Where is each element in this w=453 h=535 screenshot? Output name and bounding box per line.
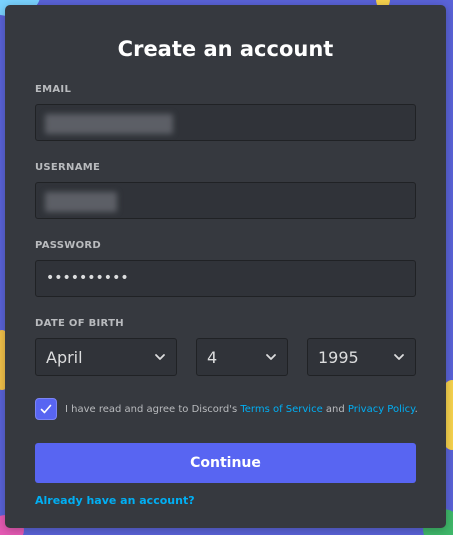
register-card: Create an account EMAIL USERNAME PASSWOR… — [5, 5, 446, 528]
year-value: 1995 — [318, 347, 359, 367]
month-value: April — [46, 347, 83, 367]
password-section: PASSWORD •••••••••• — [35, 239, 416, 297]
terms-of-service-link[interactable]: Terms of Service — [240, 404, 322, 415]
dob-label: DATE OF BIRTH — [35, 318, 124, 329]
terms-text: I have read and agree to Discord's Terms… — [65, 404, 418, 415]
email-label: EMAIL — [35, 84, 72, 95]
chevron-down-icon — [394, 354, 404, 360]
redacted-username-value — [45, 192, 117, 212]
page-title: Create an account — [117, 37, 334, 61]
check-icon — [40, 404, 52, 414]
dob-section: DATE OF BIRTH April 4 1995 — [35, 317, 416, 376]
username-label: USERNAME — [35, 162, 101, 173]
password-field[interactable]: •••••••••• — [35, 260, 416, 297]
email-section: EMAIL — [35, 83, 416, 141]
password-label: PASSWORD — [35, 240, 102, 251]
day-value: 4 — [207, 347, 218, 367]
terms-suffix: . — [414, 403, 418, 415]
password-value: •••••••••• — [46, 270, 129, 286]
dob-selects: April 4 1995 — [35, 338, 416, 376]
privacy-policy-link[interactable]: Privacy Policy — [348, 404, 415, 415]
terms-and: and — [322, 403, 348, 415]
username-field[interactable] — [35, 182, 416, 219]
continue-button[interactable]: Continue — [35, 443, 416, 483]
month-select[interactable]: April — [35, 338, 177, 376]
redacted-email-value — [45, 114, 173, 134]
day-select[interactable]: 4 — [196, 338, 288, 376]
year-select[interactable]: 1995 — [307, 338, 416, 376]
terms-prefix: I have read and agree to Discord's — [65, 403, 241, 415]
login-link[interactable]: Already have an account? — [35, 494, 416, 507]
chevron-down-icon — [266, 354, 276, 360]
terms-agreement: I have read and agree to Discord's Terms… — [35, 398, 418, 420]
terms-checkbox[interactable] — [35, 398, 57, 420]
chevron-down-icon — [155, 354, 165, 360]
email-field[interactable] — [35, 104, 416, 141]
username-section: USERNAME — [35, 161, 416, 219]
